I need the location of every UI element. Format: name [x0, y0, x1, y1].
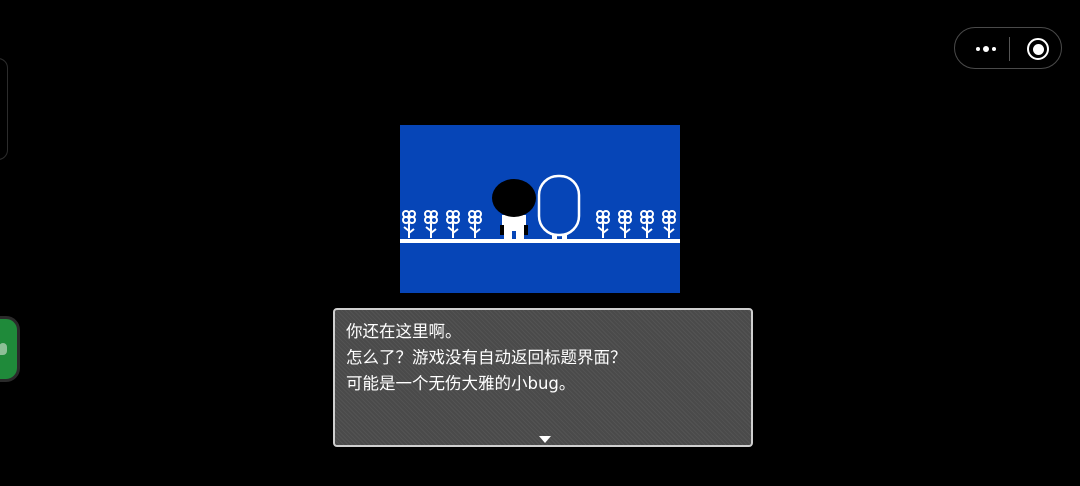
player-character [492, 179, 536, 239]
game-screen[interactable]: 你还在这里啊。 怎么了？游戏没有自动返回标题界面？ 可能是一个无伤大雅的小bug… [0, 0, 1080, 486]
flower-row-left [402, 210, 482, 239]
flower-row-right [596, 210, 676, 239]
white-door-portal [537, 174, 581, 239]
more-dots-icon[interactable] [973, 40, 999, 58]
game-scene [400, 125, 680, 293]
capsule-divider [1009, 37, 1010, 61]
target-close-icon[interactable] [1025, 36, 1051, 62]
chat-bubble-icon [0, 343, 7, 355]
dialogue-line: 可能是一个无伤大雅的小bug。 [346, 374, 576, 393]
dialogue-line: 你还在这里啊。 [346, 322, 462, 341]
mini-program-capsule [954, 27, 1062, 69]
ground-line [400, 239, 680, 243]
dialogue-line: 怎么了？游戏没有自动返回标题界面？ [346, 348, 627, 367]
edge-drawer-handle[interactable] [0, 58, 8, 160]
triangle-down-icon[interactable] [539, 436, 551, 443]
floating-chat-button[interactable] [0, 316, 20, 382]
scene-art [400, 174, 680, 243]
dialogue-box[interactable]: 你还在这里啊。 怎么了？游戏没有自动返回标题界面？ 可能是一个无伤大雅的小bug… [333, 308, 753, 447]
dialogue-text: 你还在这里啊。 怎么了？游戏没有自动返回标题界面？ 可能是一个无伤大雅的小bug… [346, 319, 627, 397]
